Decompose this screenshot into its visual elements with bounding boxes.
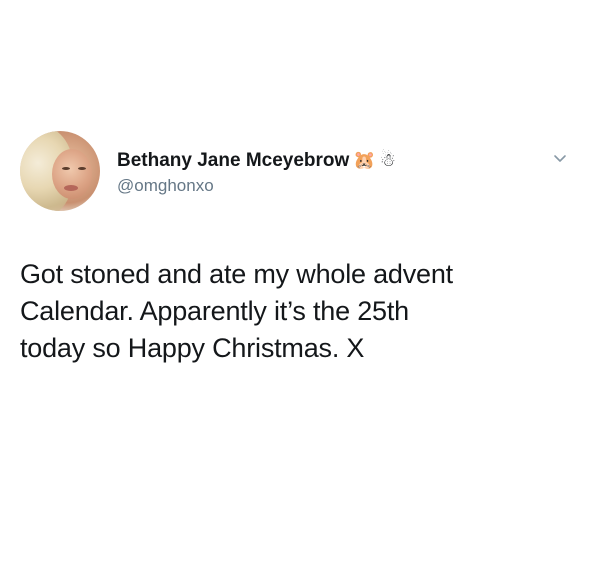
avatar[interactable] (20, 131, 100, 211)
author-name[interactable]: Bethany Jane Mceyebrow (117, 150, 349, 172)
tweet-card: Bethany Jane Mceyebrow 🐹 ☃ @omghonxo Got… (0, 0, 590, 567)
avatar-eye-right (78, 167, 86, 170)
tweet-text-line: Calendar. Apparently it’s the 25th (20, 296, 409, 326)
avatar-eye-left (62, 167, 70, 170)
hamster-emoji-icon: 🐹 (353, 150, 376, 171)
tweet-header: Bethany Jane Mceyebrow 🐹 ☃ @omghonxo (117, 149, 396, 196)
avatar-lips (64, 185, 78, 191)
chevron-down-icon[interactable] (551, 150, 569, 168)
snowman-emoji-icon: ☃ (379, 150, 396, 171)
tweet-text: Got stoned and ate my whole advent Calen… (20, 256, 570, 367)
tweet-text-line: today so Happy Christmas. X (20, 333, 365, 363)
tweet-text-line: Got stoned and ate my whole advent (20, 259, 453, 289)
author-handle[interactable]: @omghonxo (117, 176, 396, 196)
avatar-face (52, 149, 92, 199)
author-name-row: Bethany Jane Mceyebrow 🐹 ☃ (117, 149, 396, 173)
